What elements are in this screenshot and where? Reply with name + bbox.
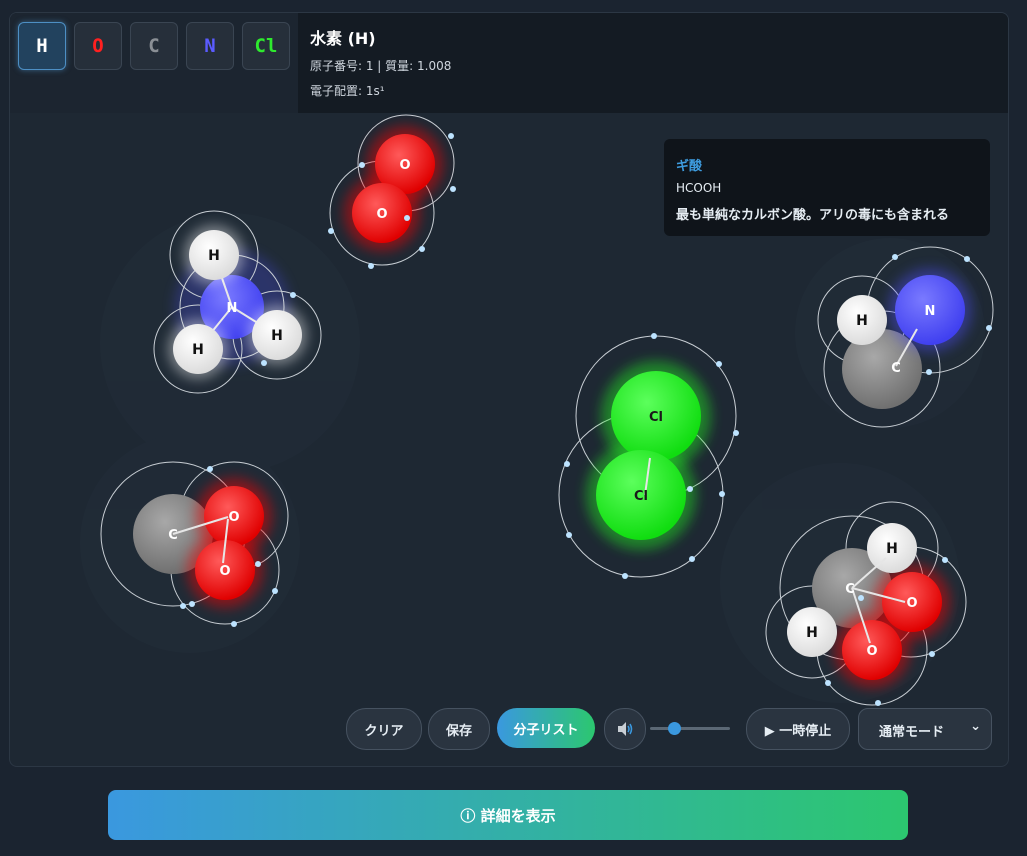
svg-text:Cl: Cl (649, 410, 663, 425)
svg-text:O: O (376, 207, 387, 222)
tooltip-formula: HCOOH (676, 181, 722, 195)
element-button-cl[interactable]: Cl (242, 22, 290, 70)
molecule-chlorine[interactable]: Cl Cl (558, 333, 739, 579)
mode-select[interactable]: 通常モード ⌄ (858, 708, 992, 750)
element-info-config: 電子配置: 1s¹ (310, 84, 385, 98)
svg-text:O: O (399, 158, 410, 173)
clear-button-label: クリア (364, 723, 404, 739)
svg-text:O: O (219, 564, 230, 579)
volume-slider-thumb[interactable] (668, 722, 681, 735)
element-info: 水素 (H) 原子番号: 1 | 質量: 1.008 電子配置: 1s¹ (310, 25, 451, 99)
element-button-o[interactable]: O (74, 22, 122, 70)
element-symbol-c: C (148, 35, 160, 57)
svg-text:C: C (891, 361, 901, 376)
svg-text:C: C (168, 528, 178, 543)
tooltip-title: ギ酸 (676, 159, 703, 174)
svg-text:H: H (806, 625, 818, 641)
show-details-button[interactable]: ⓘ 詳細を表示 (108, 790, 908, 840)
top-bar: H O C N Cl 水素 (H) 原子番号: 1 | 質量: 1.008 電子… (10, 13, 1008, 113)
element-info-title: 水素 (H) (310, 29, 376, 48)
molecule-oxygen[interactable]: O O (328, 114, 456, 269)
svg-text:H: H (856, 313, 868, 329)
svg-text:H: H (208, 248, 220, 264)
element-symbol-cl: Cl (254, 35, 278, 57)
element-button-c[interactable]: C (130, 22, 178, 70)
volume-slider-track[interactable] (650, 727, 730, 730)
mode-select-value: 通常モード (879, 725, 945, 740)
simulator-panel: H O C N Cl 水素 (H) 原子番号: 1 | 質量: 1.008 電子… (9, 12, 1009, 767)
pause-button[interactable]: ▶ 一時停止 (746, 708, 850, 750)
svg-text:O: O (906, 596, 917, 611)
element-symbol-o: O (92, 35, 104, 57)
tooltip-description: 最も単純なカルボン酸。アリの毒にも含まれる (676, 208, 950, 223)
chevron-down-icon: ⌄ (970, 719, 981, 734)
element-palette: H O C N Cl (10, 13, 298, 113)
pause-button-label: ▶ 一時停止 (764, 723, 832, 739)
molecule-tooltip: ギ酸 HCOOH 最も単純なカルボン酸。アリの毒にも含まれる (664, 139, 990, 236)
molecule-list-label: 分子リスト (513, 722, 579, 738)
svg-text:C: C (845, 582, 855, 597)
svg-text:N: N (925, 304, 936, 319)
svg-text:H: H (192, 342, 204, 358)
save-button[interactable]: 保存 (428, 708, 490, 750)
element-symbol-h: H (36, 35, 48, 57)
sound-toggle-button[interactable] (604, 708, 646, 750)
svg-text:Cl: Cl (634, 489, 648, 504)
svg-text:N: N (227, 301, 238, 316)
speaker-icon (618, 722, 633, 736)
svg-text:H: H (886, 541, 898, 557)
svg-text:H: H (271, 328, 283, 344)
save-button-label: 保存 (445, 723, 472, 739)
element-symbol-n: N (204, 35, 216, 57)
clear-button[interactable]: クリア (346, 708, 422, 750)
svg-text:O: O (228, 510, 239, 525)
molecule-list-button[interactable]: 分子リスト (497, 708, 595, 748)
element-info-mass: 原子番号: 1 | 質量: 1.008 (310, 59, 452, 73)
svg-text:O: O (866, 644, 877, 659)
element-button-h[interactable]: H (18, 22, 66, 70)
element-button-n[interactable]: N (186, 22, 234, 70)
show-details-label: ⓘ 詳細を表示 (460, 806, 556, 825)
